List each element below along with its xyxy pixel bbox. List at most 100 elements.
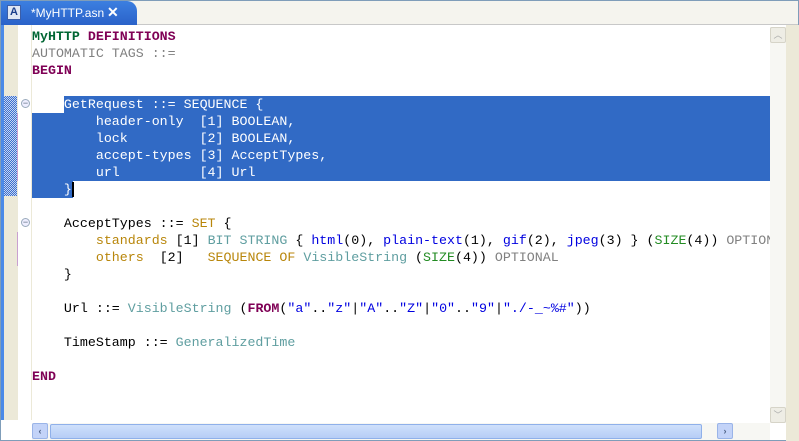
tab-title: *MyHTTP.asn bbox=[31, 6, 105, 20]
scroll-left-button[interactable]: ‹ bbox=[32, 423, 48, 439]
code-token: } bbox=[32, 267, 72, 282]
code-token: DEFINITIONS bbox=[79, 29, 176, 44]
code-line[interactable]: url [4] Url bbox=[32, 164, 770, 181]
code-token: "9" bbox=[471, 301, 495, 316]
code-token: .. bbox=[311, 301, 328, 316]
window-edge bbox=[786, 25, 799, 441]
collapse-icon[interactable]: − bbox=[21, 99, 30, 108]
code-line[interactable] bbox=[32, 79, 770, 96]
code-token: SEQUENCE OF bbox=[207, 250, 296, 265]
code-token: GetRequest ::= SEQUENCE { bbox=[32, 97, 264, 112]
code-token: BEGIN bbox=[32, 63, 72, 78]
editor-window: A *MyHTTP.asn ✕ − − MyHTTP DEFINITIONS AU… bbox=[0, 0, 799, 441]
code-token: BIT STRING bbox=[207, 233, 288, 248]
code-token: TimeStamp ::= bbox=[32, 335, 176, 350]
code-token: [1] bbox=[167, 233, 208, 248]
tab-myhttp-asn[interactable]: A *MyHTTP.asn ✕ bbox=[1, 1, 137, 25]
code-token: (1), bbox=[462, 233, 503, 248]
code-token: AUTOMATIC TAGS ::= bbox=[32, 46, 176, 61]
code-token: (4)) bbox=[686, 233, 727, 248]
code-token: "z" bbox=[327, 301, 352, 316]
close-icon[interactable]: ✕ bbox=[107, 4, 119, 21]
tab-bar: A *MyHTTP.asn ✕ bbox=[1, 1, 798, 25]
horizontal-scrollbar[interactable]: ‹ › bbox=[32, 423, 770, 440]
code-token: html bbox=[311, 233, 344, 248]
code-line[interactable]: } bbox=[32, 266, 770, 283]
code-token: lock [2] BOOLEAN, bbox=[32, 131, 296, 146]
code-token: others bbox=[95, 250, 144, 265]
code-token: jpeg bbox=[566, 233, 599, 248]
text-caret bbox=[71, 181, 74, 197]
code-token: Url ::= bbox=[32, 301, 128, 316]
code-token: "A" bbox=[359, 301, 384, 316]
code-token: { bbox=[287, 233, 312, 248]
code-token: { bbox=[215, 216, 232, 231]
code-token: (0), bbox=[343, 233, 384, 248]
scroll-down-button[interactable]: ﹀ bbox=[770, 407, 786, 423]
asn-file-icon: A bbox=[7, 5, 21, 20]
code-token: "./-_~%#" bbox=[502, 301, 575, 316]
code-token: ( bbox=[407, 250, 424, 265]
code-token: SIZE bbox=[423, 250, 455, 265]
overview-ruler bbox=[1, 25, 18, 420]
code-token: url [4] Url bbox=[32, 165, 256, 180]
code-token: ( bbox=[231, 301, 248, 316]
code-token: SIZE bbox=[654, 233, 687, 248]
vertical-scrollbar[interactable]: ︿ ﹀ bbox=[770, 27, 786, 423]
code-token: OPTIONAL bbox=[726, 233, 770, 248]
collapse-icon[interactable]: − bbox=[21, 218, 30, 227]
code-token: .. bbox=[383, 301, 400, 316]
code-line[interactable]: GetRequest ::= SEQUENCE { bbox=[32, 96, 770, 113]
code-line[interactable]: TimeStamp ::= GeneralizedTime bbox=[32, 334, 770, 351]
code-line[interactable] bbox=[32, 317, 770, 334]
code-line[interactable] bbox=[32, 351, 770, 368]
code-token: END bbox=[32, 369, 56, 384]
code-token: gif bbox=[502, 233, 527, 248]
code-token: } bbox=[32, 182, 72, 197]
code-token: FROM bbox=[247, 301, 280, 316]
code-token: | bbox=[494, 301, 503, 316]
code-line[interactable]: } bbox=[32, 181, 770, 198]
code-line[interactable]: MyHTTP DEFINITIONS bbox=[32, 28, 770, 45]
code-token: [2] bbox=[143, 250, 208, 265]
code-token: "0" bbox=[431, 301, 456, 316]
code-token: (2), bbox=[526, 233, 567, 248]
horizontal-scroll-thumb[interactable] bbox=[50, 424, 702, 439]
code-line[interactable] bbox=[32, 198, 770, 215]
code-token: )) bbox=[574, 301, 591, 316]
code-token: VisibleString bbox=[127, 301, 232, 316]
code-line[interactable]: header-only [1] BOOLEAN, bbox=[32, 113, 770, 130]
code-line[interactable]: standards [1] BIT STRING { html(0), plai… bbox=[32, 232, 770, 249]
code-line[interactable]: AcceptTypes ::= SET { bbox=[32, 215, 770, 232]
code-line[interactable]: AUTOMATIC TAGS ::= bbox=[32, 45, 770, 62]
code-token: AcceptTypes ::= bbox=[32, 216, 192, 231]
code-line[interactable]: lock [2] BOOLEAN, bbox=[32, 130, 770, 147]
code-line[interactable]: accept-types [3] AcceptTypes, bbox=[32, 147, 770, 164]
code-token: "a" bbox=[287, 301, 312, 316]
code-token: accept-types [3] AcceptTypes, bbox=[32, 148, 328, 163]
code-line[interactable]: END bbox=[32, 368, 770, 385]
code-token: .. bbox=[455, 301, 472, 316]
code-token: OPTIONAL bbox=[494, 250, 559, 265]
code-token: SET bbox=[191, 216, 216, 231]
scroll-right-button[interactable]: › bbox=[717, 423, 733, 439]
code-token: "Z" bbox=[399, 301, 424, 316]
code-token: VisibleString bbox=[303, 250, 408, 265]
selection-range-indicator bbox=[4, 96, 17, 196]
code-token: standards bbox=[95, 233, 168, 248]
code-token: MyHTTP bbox=[32, 29, 80, 44]
code-line[interactable]: BEGIN bbox=[32, 62, 770, 79]
code-token: header-only [1] BOOLEAN, bbox=[32, 114, 296, 129]
scroll-up-button[interactable]: ︿ bbox=[770, 27, 786, 43]
code-token: | bbox=[423, 301, 432, 316]
code-line[interactable]: Url ::= VisibleString (FROM("a".."z"|"A"… bbox=[32, 300, 770, 317]
code-editor[interactable]: MyHTTP DEFINITIONS AUTOMATIC TAGS ::= BEGI… bbox=[32, 28, 770, 423]
code-token: (3) } ( bbox=[598, 233, 655, 248]
code-line[interactable] bbox=[32, 283, 770, 300]
code-token: (4)) bbox=[454, 250, 495, 265]
code-token: GeneralizedTime bbox=[175, 335, 296, 350]
code-line[interactable]: others [2] SEQUENCE OF VisibleString (SI… bbox=[32, 249, 770, 266]
code-token: plain-text bbox=[383, 233, 463, 248]
